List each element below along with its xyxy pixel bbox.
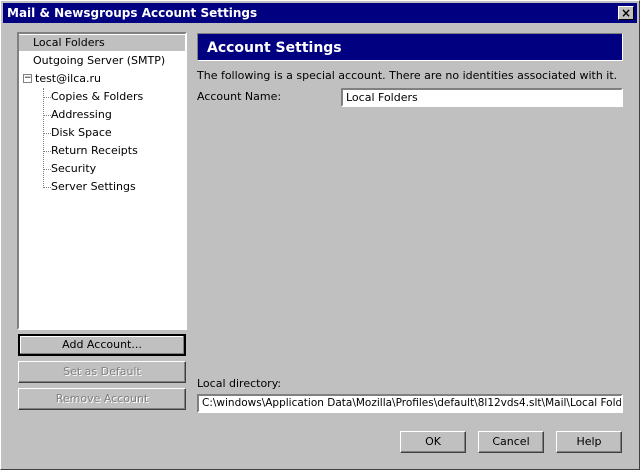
- account-tree[interactable]: Local Folders Outgoing Server (SMTP) − t…: [17, 32, 187, 330]
- tree-item-label: test@ilca.ru: [35, 72, 102, 85]
- tree-item-return-receipts[interactable]: Return Receipts: [51, 143, 138, 159]
- cancel-button[interactable]: Cancel: [478, 431, 544, 453]
- tree-item-label: Return Receipts: [51, 144, 138, 157]
- close-button[interactable]: ×: [618, 6, 634, 20]
- tree-item-outgoing-server[interactable]: Outgoing Server (SMTP): [33, 53, 165, 69]
- account-settings-window: Mail & Newsgroups Account Settings × Loc…: [0, 0, 640, 470]
- panel-header: Account Settings: [197, 33, 623, 61]
- window-title: Mail & Newsgroups Account Settings: [7, 6, 258, 20]
- tree-item-addressing[interactable]: Addressing: [51, 107, 112, 123]
- tree-connector-line: [43, 97, 51, 98]
- tree-item-local-folders[interactable]: Local Folders: [19, 35, 185, 51]
- help-button[interactable]: Help: [556, 431, 622, 453]
- tree-item-label: Outgoing Server (SMTP): [33, 54, 166, 67]
- tree-item-account-test[interactable]: test@ilca.ru: [35, 71, 101, 87]
- tree-connector-line: [43, 133, 51, 134]
- local-directory-label: Local directory:: [197, 377, 282, 390]
- tree-item-label: Server Settings: [51, 180, 136, 193]
- add-account-button[interactable]: Add Account...: [18, 334, 186, 356]
- tree-item-label: Security: [51, 162, 97, 175]
- tree-item-copies-folders[interactable]: Copies & Folders: [51, 89, 143, 105]
- tree-item-label: Copies & Folders: [51, 90, 144, 103]
- panel-title: Account Settings: [207, 40, 342, 56]
- tree-connector-line: [43, 88, 44, 188]
- tree-item-security[interactable]: Security: [51, 161, 96, 177]
- close-icon: ×: [620, 6, 632, 20]
- remove-account-button[interactable]: Remove Account: [18, 388, 186, 410]
- title-bar[interactable]: Mail & Newsgroups Account Settings ×: [3, 3, 637, 23]
- tree-item-label: Addressing: [51, 108, 112, 121]
- tree-connector-line: [43, 151, 51, 152]
- account-name-input[interactable]: Local Folders: [341, 88, 623, 107]
- ok-button[interactable]: OK: [400, 431, 466, 453]
- account-name-label: Account Name:: [197, 90, 282, 103]
- local-directory-input[interactable]: C:\windows\Application Data\Mozilla\Prof…: [197, 394, 623, 413]
- info-text: The following is a special account. Ther…: [197, 69, 618, 82]
- collapse-icon[interactable]: −: [23, 74, 32, 83]
- tree-connector-line: [43, 169, 51, 170]
- tree-item-server-settings[interactable]: Server Settings: [51, 179, 136, 195]
- tree-item-label: Local Folders: [33, 36, 105, 49]
- tree-item-disk-space[interactable]: Disk Space: [51, 125, 112, 141]
- tree-connector-line: [43, 187, 51, 188]
- set-default-button[interactable]: Set as Default: [18, 361, 186, 383]
- tree-connector-line: [43, 115, 51, 116]
- tree-item-label: Disk Space: [51, 126, 112, 139]
